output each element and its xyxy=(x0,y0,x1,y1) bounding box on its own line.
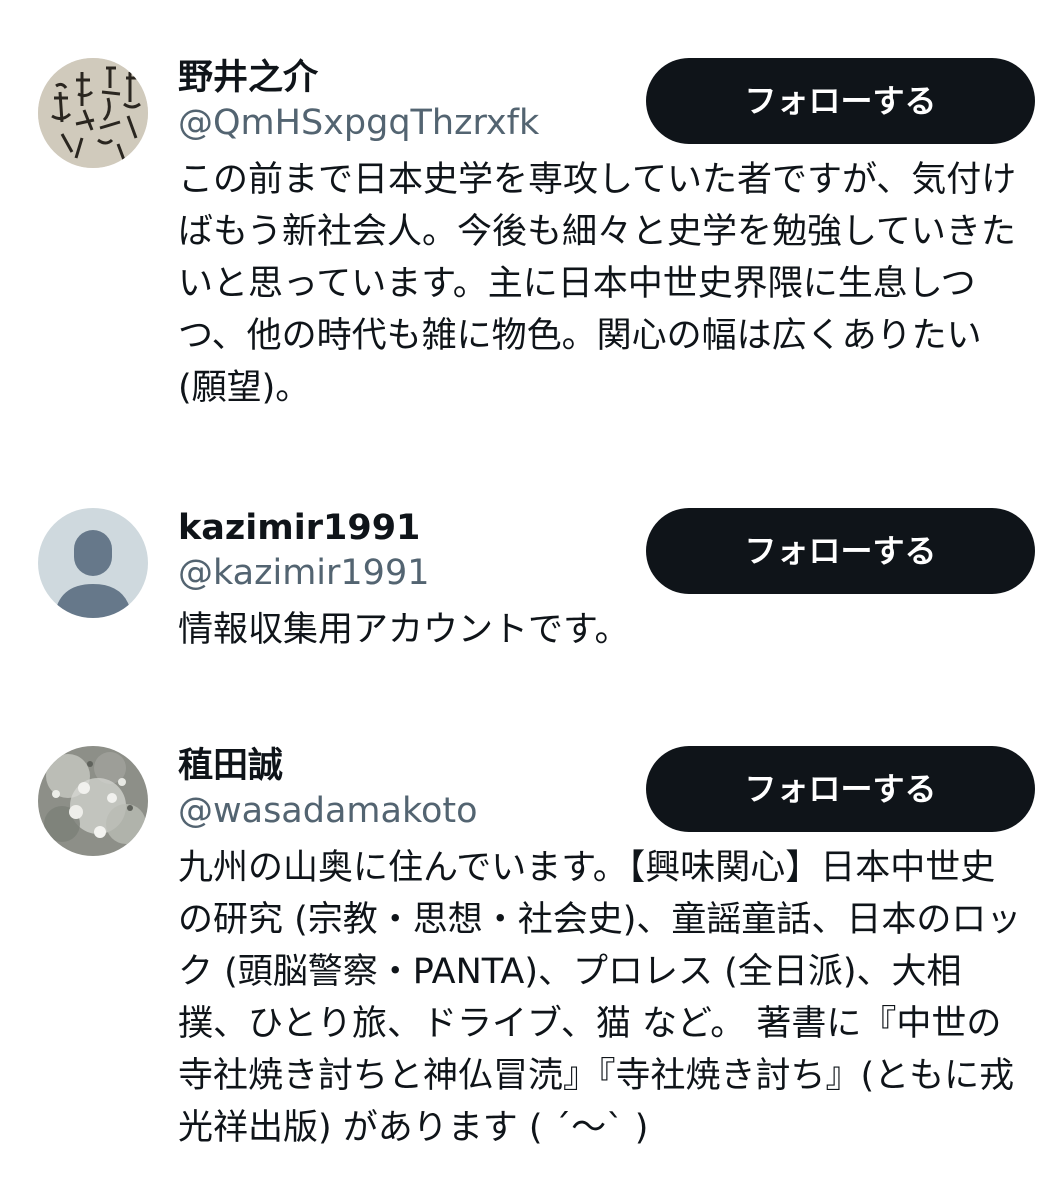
avatar[interactable] xyxy=(38,746,148,856)
calligraphy-avatar-icon xyxy=(38,58,148,168)
user-bio: この前まで日本史学を専攻していた者ですが、気付けばもう新社会人。今後も細々と史学… xyxy=(178,160,1017,408)
follow-button[interactable]: フォローする xyxy=(646,508,1035,594)
stone-texture-avatar-icon xyxy=(38,746,148,856)
avatar[interactable] xyxy=(38,58,148,168)
avatar[interactable] xyxy=(38,508,148,618)
default-person-avatar-icon xyxy=(38,508,148,618)
user-bio: 九州の山奥に住んでいます。【興味関心】日本中世史の研究 (宗教・思想・社会史)、… xyxy=(178,848,1022,1148)
user-bio: 情報収集用アカウントです。 xyxy=(178,610,630,650)
follow-button[interactable]: フォローする xyxy=(646,746,1035,832)
follow-button[interactable]: フォローする xyxy=(646,58,1035,144)
